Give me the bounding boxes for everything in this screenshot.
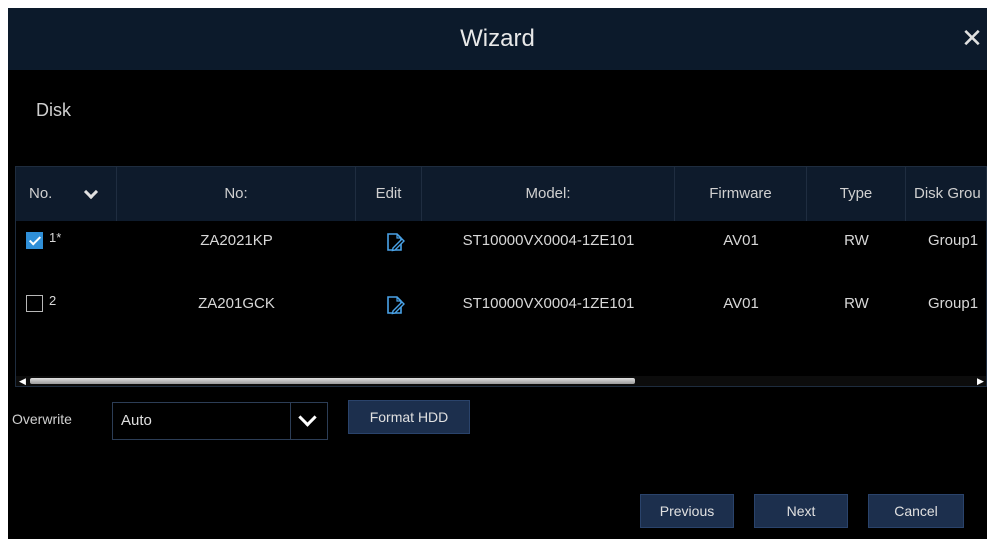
window-title: Wizard (460, 25, 535, 52)
column-header-model: Model: (422, 167, 675, 221)
overwrite-label: Overwrite (12, 411, 72, 427)
row-firmware: AV01 (723, 295, 759, 312)
row-number: 2 (49, 293, 57, 308)
row-checkbox[interactable] (26, 295, 43, 312)
title-bar: Wizard ✕ (8, 8, 987, 70)
disk-table: No. No: Edit Model: Firmware Type Disk G… (15, 166, 987, 387)
row-type: RW (844, 295, 869, 312)
row-checkbox[interactable] (26, 232, 43, 249)
chevron-down-icon (83, 184, 99, 200)
row-disk-group: Group1 (928, 232, 979, 249)
table-row[interactable]: 1* ZA2021KP ST10000VX0004-1ZE101 AV01 RW… (16, 223, 986, 259)
scroll-right-icon[interactable]: ▶ (977, 376, 984, 386)
row-model: ST10000VX0004-1ZE101 (462, 232, 635, 249)
row-number: 1* (49, 230, 62, 245)
overwrite-select[interactable]: Auto (112, 402, 328, 440)
scroll-left-icon[interactable]: ◀ (19, 376, 26, 386)
column-header-no[interactable]: No. (16, 167, 117, 221)
edit-icon[interactable] (385, 295, 405, 315)
row-model: ST10000VX0004-1ZE101 (462, 295, 635, 312)
overwrite-value: Auto (121, 412, 152, 429)
section-title: Disk (36, 100, 71, 120)
row-serial: ZA201GCK (198, 295, 275, 312)
table-header: No. No: Edit Model: Firmware Type Disk G… (16, 167, 986, 221)
wizard-window: Wizard ✕ Disk No. No: Edit Model: Firmwa… (8, 8, 987, 539)
column-header-edit: Edit (356, 167, 422, 221)
scrollbar-thumb[interactable] (30, 378, 635, 384)
column-header-type: Type (807, 167, 906, 221)
format-hdd-button[interactable]: Format HDD (348, 400, 470, 434)
previous-button[interactable]: Previous (640, 494, 734, 528)
cancel-button[interactable]: Cancel (868, 494, 964, 528)
row-serial: ZA2021KP (200, 232, 273, 249)
horizontal-scrollbar[interactable]: ◀ ▶ (16, 376, 986, 386)
row-type: RW (844, 232, 869, 249)
chevron-down-icon (298, 408, 317, 427)
edit-icon[interactable] (385, 232, 405, 252)
close-icon[interactable]: ✕ (958, 24, 986, 52)
column-header-firmware: Firmware (675, 167, 807, 221)
table-row[interactable]: 2 ZA201GCK ST10000VX0004-1ZE101 AV01 RW … (16, 286, 986, 322)
row-disk-group: Group1 (928, 295, 979, 312)
next-button[interactable]: Next (754, 494, 848, 528)
column-header-disk-group: Disk Grou (914, 185, 981, 202)
dropdown-button[interactable] (290, 403, 327, 439)
row-firmware: AV01 (723, 232, 759, 249)
column-header-serial: No: (117, 167, 356, 221)
